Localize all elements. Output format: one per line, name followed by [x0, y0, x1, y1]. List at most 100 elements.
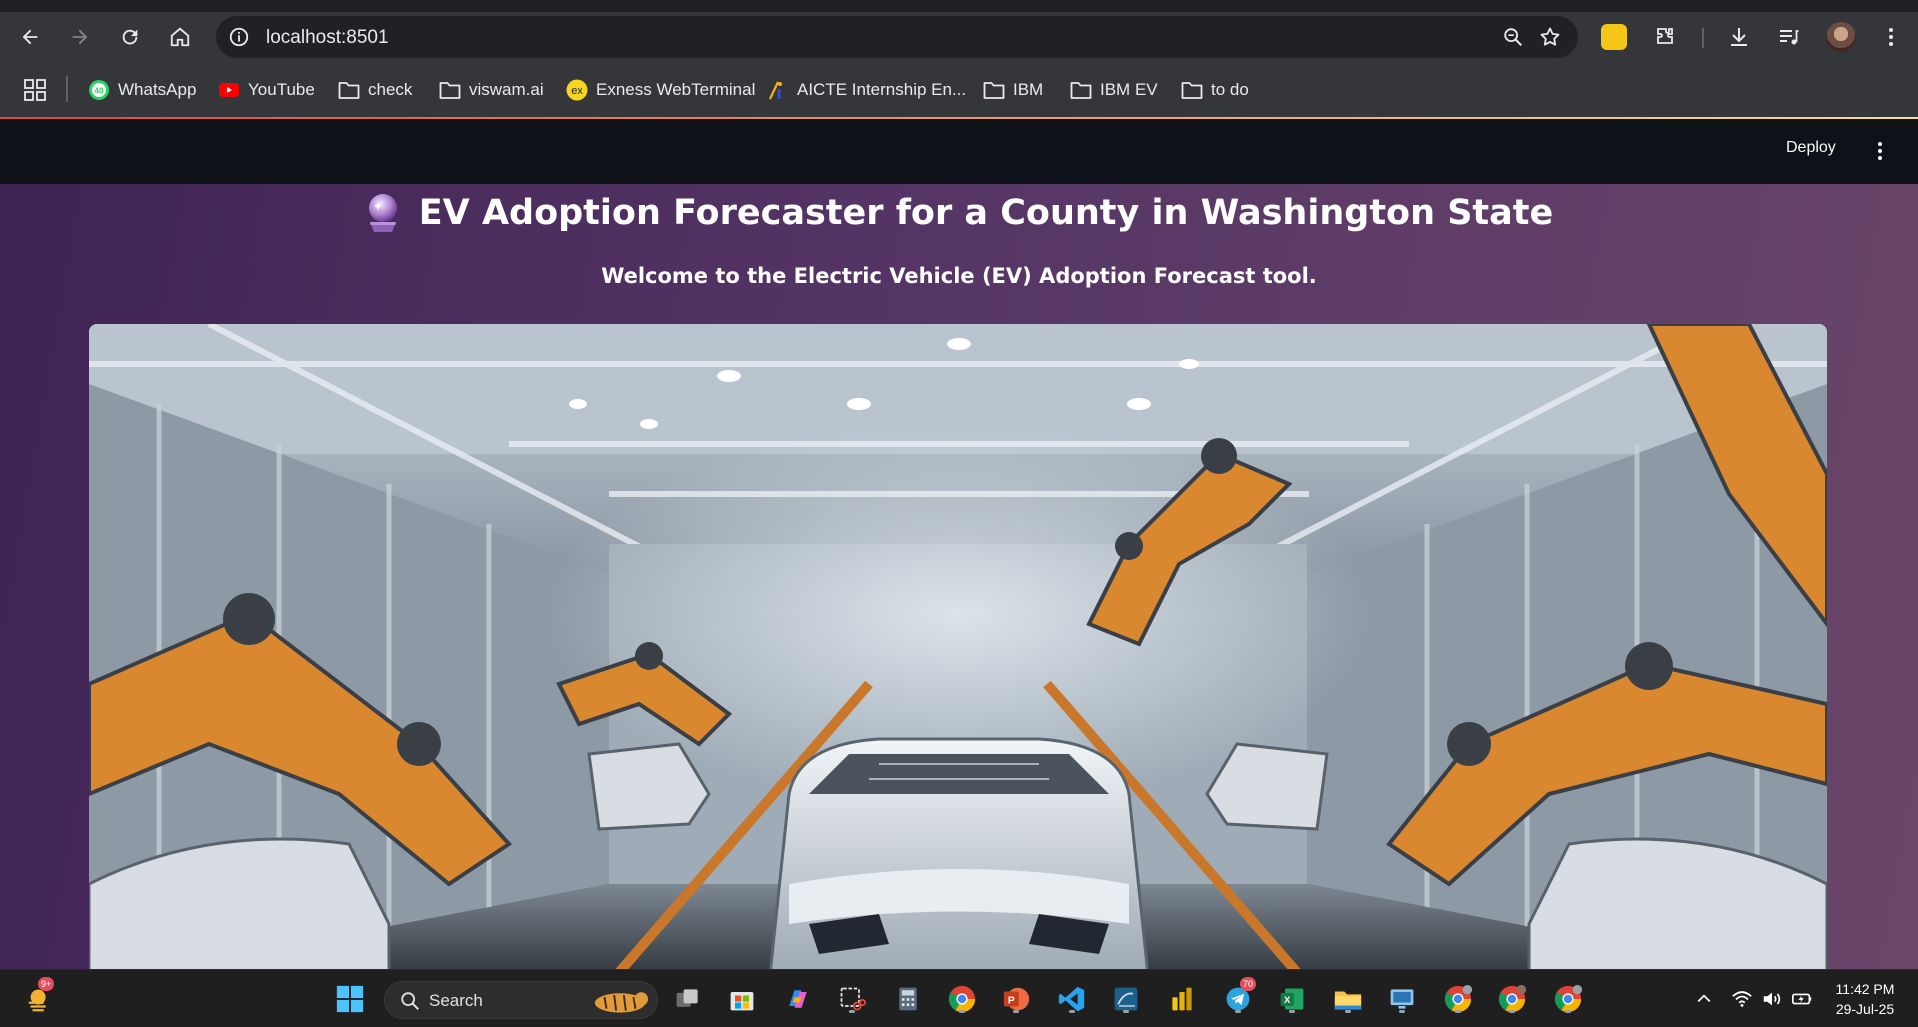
home-button[interactable]	[162, 19, 198, 55]
apps-grid-icon[interactable]	[24, 79, 46, 101]
calculator-icon	[899, 987, 917, 1011]
battery-charging-icon	[1792, 993, 1812, 1005]
extension-emoji-icon[interactable]	[1601, 24, 1627, 50]
browser-toolbar: localhost:8501	[0, 12, 1918, 62]
chrome-profile-3-button[interactable]	[1496, 983, 1528, 1015]
page-title: EV Adoption Forecaster for a County in W…	[365, 192, 1553, 234]
page-title-text: EV Adoption Forecaster for a County in W…	[418, 193, 1554, 233]
exness-icon: ex	[566, 79, 588, 101]
copilot-button[interactable]	[782, 983, 814, 1015]
hero-image	[89, 324, 1827, 969]
copilot-icon	[789, 990, 807, 1008]
bookmark-folder-check[interactable]: check	[338, 76, 412, 104]
mysql-workbench-button[interactable]	[1110, 983, 1142, 1015]
bookmark-star-icon[interactable]	[1538, 25, 1562, 49]
bookmark-folder-viswam[interactable]: viswam.ai	[439, 76, 544, 104]
ev-factory-illustration	[89, 324, 1827, 969]
show-hidden-icons-button[interactable]	[1688, 983, 1720, 1015]
system-clock[interactable]: 11:42 PM 29-Jul-25	[1820, 979, 1910, 1019]
power-bi-icon	[1172, 987, 1192, 1011]
snipping-tool-button[interactable]	[836, 983, 868, 1015]
chevron-up-icon	[1697, 994, 1711, 1003]
telegram-button[interactable]: 70	[1222, 977, 1257, 1015]
folder-icon	[338, 79, 360, 101]
remote-desktop-button[interactable]	[1386, 983, 1418, 1015]
bookmark-label: WhatsApp	[118, 80, 197, 99]
running-indicator	[1123, 1010, 1129, 1013]
windows-taskbar: 9+ Search P 70 X 11:42 PM 29-Jul-25	[0, 969, 1918, 1027]
powerpoint-button[interactable]: P	[1000, 983, 1032, 1015]
chrome-profile-2-button[interactable]	[1442, 983, 1474, 1015]
extensions-button[interactable]	[1652, 24, 1678, 50]
forward-button[interactable]	[62, 19, 98, 55]
media-control-button[interactable]	[1776, 24, 1802, 50]
bookmark-youtube[interactable]: YouTube	[218, 76, 315, 104]
widgets-button[interactable]: 9+	[24, 977, 56, 1015]
chrome-profile-4-button[interactable]	[1552, 983, 1584, 1015]
running-indicator	[959, 1010, 965, 1013]
profile-avatar[interactable]	[1826, 22, 1856, 52]
start-button[interactable]	[334, 983, 366, 1015]
bookmark-folder-ibm[interactable]: IBM	[983, 76, 1043, 104]
streamlit-header: Deploy	[0, 119, 1918, 184]
kebab-menu-icon	[1889, 28, 1893, 46]
taskbar-search[interactable]: Search	[384, 981, 658, 1019]
wifi-button[interactable]	[1726, 983, 1758, 1015]
folder-icon	[1070, 79, 1092, 101]
downloads-button[interactable]	[1726, 24, 1752, 50]
power-bi-button[interactable]	[1166, 983, 1198, 1015]
bookmark-label: viswam.ai	[469, 80, 544, 99]
battery-button[interactable]	[1786, 983, 1818, 1015]
back-button[interactable]	[12, 19, 48, 55]
streamlit-menu-icon[interactable]	[1870, 139, 1890, 163]
running-indicator	[1345, 1010, 1351, 1013]
puzzle-icon	[1657, 28, 1673, 44]
running-indicator	[1289, 1010, 1295, 1013]
folder-icon	[983, 79, 1005, 101]
search-label: Search	[429, 991, 483, 1010]
bookmark-folder-to-do[interactable]: to do	[1181, 76, 1249, 104]
microsoft-store-button[interactable]	[726, 983, 758, 1015]
back-arrow-icon	[22, 29, 38, 45]
reload-button[interactable]	[112, 19, 148, 55]
running-indicator	[1565, 1010, 1571, 1013]
running-indicator	[849, 1010, 855, 1013]
address-bar[interactable]: localhost:8501	[216, 16, 1578, 58]
chrome-menu-button[interactable]	[1878, 24, 1904, 50]
clock-date: 29-Jul-25	[1835, 1001, 1895, 1017]
youtube-icon	[218, 79, 240, 101]
zoom-icon[interactable]	[1502, 26, 1524, 48]
chrome-profile-1-button[interactable]	[946, 983, 978, 1015]
calculator-button[interactable]	[892, 983, 924, 1015]
site-info-icon[interactable]	[228, 26, 250, 48]
windows-logo-icon	[336, 985, 364, 1013]
search-icon	[401, 992, 419, 1010]
toolbar-divider	[1702, 28, 1704, 48]
file-explorer-button[interactable]	[1332, 983, 1364, 1015]
app-main: EV Adoption Forecaster for a County in W…	[0, 184, 1918, 969]
remote-desktop-icon	[1390, 989, 1414, 1009]
home-icon	[170, 27, 190, 47]
svg-text:X: X	[1284, 995, 1291, 1006]
forward-arrow-icon	[72, 29, 88, 45]
task-view-button[interactable]	[672, 983, 704, 1015]
bookmark-folder-ibm-ev[interactable]: IBM EV	[1070, 76, 1158, 104]
excel-button[interactable]: X	[1276, 983, 1308, 1015]
bookmark-aicte[interactable]: AICTE Internship En...	[767, 76, 966, 104]
volume-button[interactable]	[1756, 983, 1788, 1015]
bookmark-label: IBM EV	[1100, 80, 1158, 99]
bookmarks-bar: 40 WhatsApp YouTube check viswam.ai ex E…	[0, 62, 1918, 118]
bookmark-whatsapp[interactable]: 40 WhatsApp	[88, 76, 196, 104]
deploy-button[interactable]: Deploy	[1786, 139, 1836, 157]
bookmark-label: AICTE Internship En...	[797, 80, 967, 99]
speaker-icon	[1763, 992, 1781, 1006]
vscode-button[interactable]	[1056, 983, 1088, 1015]
url-text[interactable]: localhost:8501	[266, 27, 389, 49]
running-indicator	[1069, 1010, 1075, 1013]
svg-text:P: P	[1008, 996, 1015, 1007]
folder-icon	[439, 79, 461, 101]
bookmark-label: to do	[1211, 80, 1249, 99]
running-indicator	[1399, 1010, 1405, 1013]
folder-icon	[1181, 79, 1203, 101]
bookmark-exness[interactable]: ex Exness WebTerminal	[566, 76, 755, 104]
